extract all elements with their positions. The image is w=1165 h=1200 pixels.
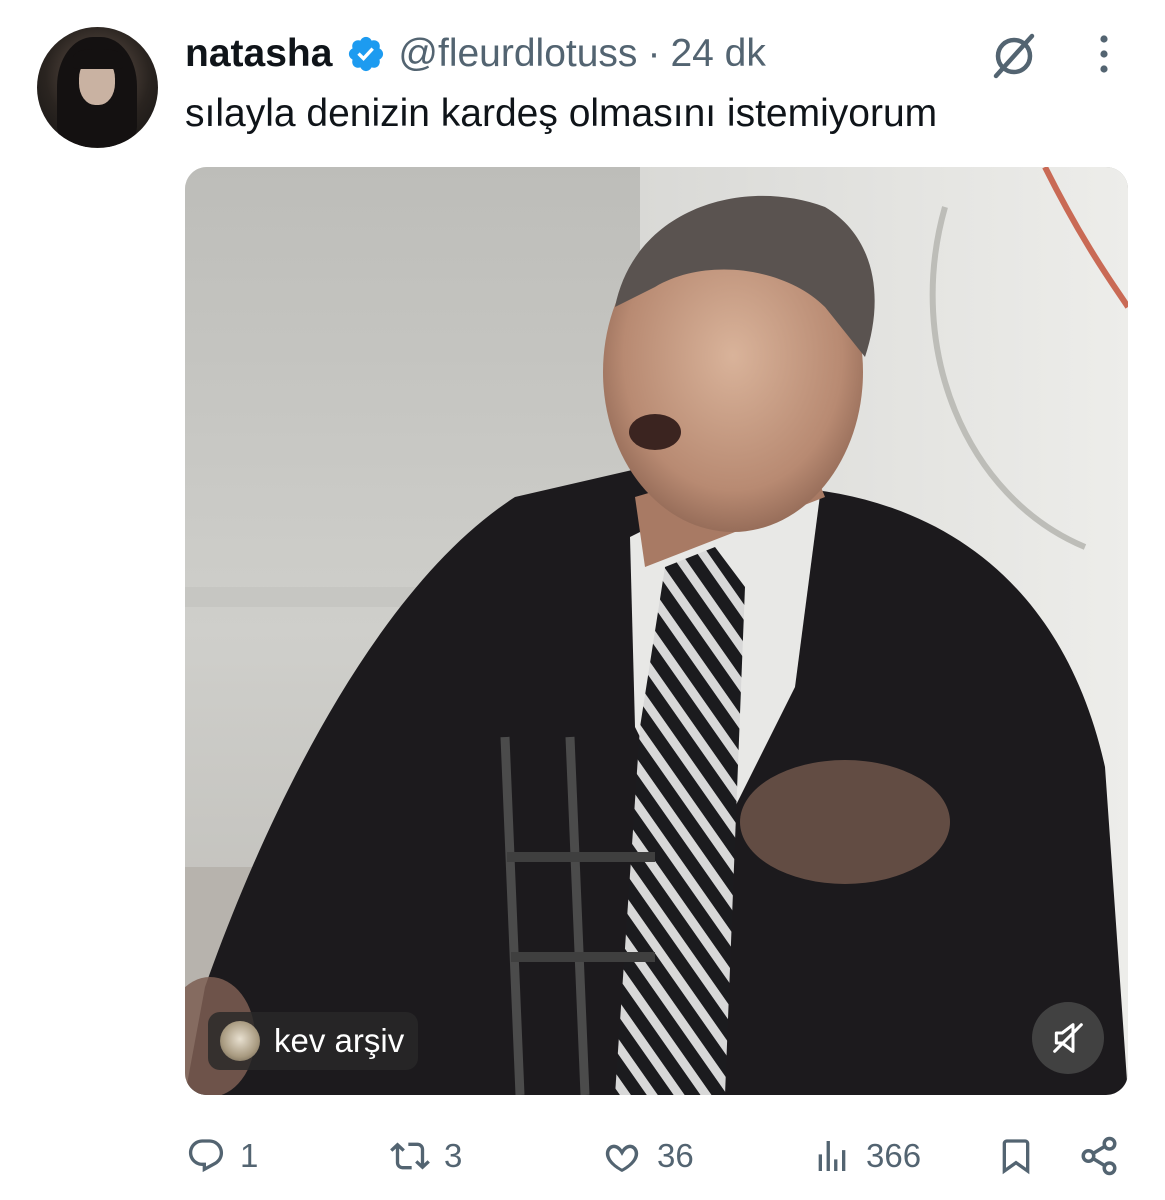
repost-count: 3 [444, 1137, 463, 1174]
like-button[interactable]: 36 [601, 1125, 694, 1187]
reply-icon [188, 1139, 224, 1173]
views-chart-icon [818, 1141, 846, 1171]
repost-icon [390, 1142, 430, 1170]
tweet-time[interactable]: 24 dk [670, 32, 765, 76]
video-frame [185, 167, 1128, 1095]
like-count: 36 [657, 1137, 694, 1174]
more-vertical-icon[interactable] [1092, 32, 1116, 76]
author-name[interactable]: natasha [185, 32, 332, 76]
bookmark-icon [1002, 1139, 1030, 1175]
mute-button[interactable] [1032, 1002, 1104, 1074]
views-button[interactable]: 366 [812, 1125, 921, 1187]
tweet-video[interactable] [185, 167, 1128, 1095]
video-source-badge[interactable]: kev arşiv [208, 1012, 419, 1070]
share-button[interactable] [1078, 1125, 1134, 1187]
video-source-label: kev arşiv [274, 1022, 405, 1059]
author-avatar[interactable] [37, 27, 158, 148]
repost-button[interactable]: 3 [390, 1125, 462, 1187]
author-handle[interactable]: @fleurdlotuss [398, 32, 637, 76]
tweet-text: sılayla denizin kardeş olmasını istemiyo… [185, 92, 938, 135]
source-avatar [220, 1021, 260, 1061]
mute-icon [1053, 1023, 1083, 1053]
tweet-header: natasha @fleurdlotuss · 24 dk [185, 30, 766, 78]
avatar-bangs [73, 49, 123, 69]
heart-icon [605, 1144, 639, 1172]
action-bar: 1 3 36 366 [0, 1125, 1165, 1187]
verified-badge-icon [349, 36, 384, 72]
bookmark-button[interactable] [996, 1125, 1050, 1187]
header-separator: · [647, 32, 661, 75]
views-count: 366 [866, 1137, 922, 1174]
share-icon [1081, 1136, 1117, 1176]
grok-icon[interactable] [988, 30, 1040, 82]
reply-button[interactable]: 1 [186, 1125, 258, 1187]
reply-count: 1 [240, 1137, 259, 1174]
